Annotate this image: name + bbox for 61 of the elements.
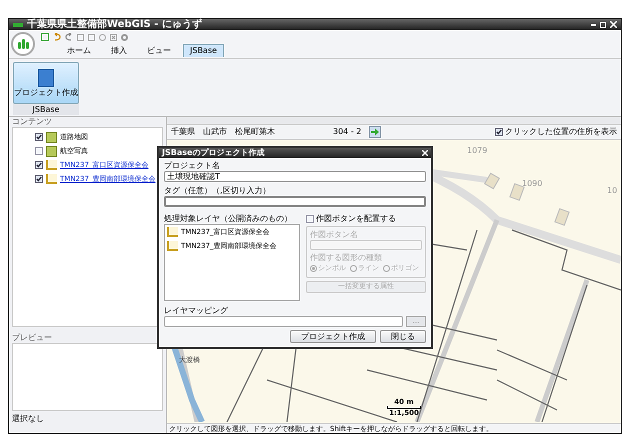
edit-layer-icon	[46, 160, 57, 170]
checkbox-icon[interactable]	[35, 147, 43, 155]
edit-layer-icon	[46, 174, 57, 184]
draw-button-checkbox[interactable]: 作図ボタンを配置する	[306, 214, 426, 224]
map-layer-icon	[46, 146, 57, 156]
go-icon[interactable]	[369, 126, 382, 138]
checkbox-icon[interactable]	[35, 161, 43, 169]
app-icon	[13, 22, 23, 26]
redo-icon[interactable]	[65, 33, 73, 41]
field-label: タグ（任意）（,区切り入力）	[164, 186, 272, 196]
create-project-button[interactable]: プロジェクト作成	[13, 62, 79, 104]
address-part: 山武市	[203, 126, 227, 138]
edit-layer-icon	[167, 227, 178, 238]
save-icon[interactable]	[41, 33, 49, 41]
copy-icon[interactable]	[88, 34, 95, 40]
ribbon-tab[interactable]: ビュー	[139, 44, 179, 57]
radio-icon[interactable]	[310, 264, 317, 272]
ribbon-tab[interactable]: ホーム	[59, 44, 99, 57]
checkbox-icon[interactable]	[35, 175, 43, 183]
minimize-icon[interactable]	[591, 24, 596, 26]
panel-title: コンテンツ	[12, 117, 53, 127]
radio-icon[interactable]	[383, 264, 390, 272]
maximize-icon[interactable]	[600, 22, 606, 28]
address-part: 松尾町第木	[235, 126, 275, 138]
field-label: プロジェクト名	[164, 161, 221, 171]
close-button[interactable]: 閉じる	[380, 330, 426, 343]
parcel-number: 10	[607, 185, 618, 197]
ribbon-tab[interactable]: JSBase	[183, 44, 224, 57]
app-menu-icon[interactable]	[11, 32, 35, 56]
delete-icon[interactable]	[110, 34, 117, 40]
create-project-button[interactable]: プロジェクト作成	[290, 330, 376, 343]
show-address-checkbox[interactable]: クリックした位置の住所を表示	[495, 126, 617, 138]
checkbox-icon[interactable]	[35, 133, 43, 141]
tag-field[interactable]	[164, 196, 426, 207]
field-label: レイヤマッピング	[164, 306, 229, 316]
undo-icon[interactable]	[53, 33, 61, 41]
radio-icon[interactable]	[350, 264, 357, 272]
layer-mapping-field[interactable]	[164, 316, 403, 327]
address-part: 千葉県	[171, 126, 195, 138]
parcel-number: 1090	[522, 178, 542, 190]
window-title: 千葉県県土整備部WebGIS - にゅうず	[27, 20, 202, 30]
selection-status: 選択なし	[12, 414, 45, 424]
close-icon[interactable]	[610, 21, 617, 28]
field-label: 処理対象レイヤ（公開済みのもの）	[164, 214, 293, 224]
close-icon[interactable]	[422, 150, 428, 156]
checkbox-icon[interactable]	[306, 215, 314, 223]
ribbon-group-label: JSBase	[13, 104, 79, 115]
checkbox-icon[interactable]	[495, 128, 503, 136]
field-label: 作図ボタン名	[310, 230, 359, 240]
field-label: 作図する図形の種類	[310, 253, 383, 263]
panel-title: プレビュー	[12, 333, 53, 343]
project-file-icon	[38, 69, 54, 87]
project-name-field[interactable]: 土壌現地確認T	[164, 171, 426, 182]
address-number: 304 - 2	[333, 126, 362, 138]
edit-layer-icon	[167, 240, 178, 251]
map-layer-icon	[46, 132, 57, 142]
ribbon-tab[interactable]: 挿入	[103, 44, 135, 57]
target-icon[interactable]	[121, 34, 128, 40]
scale-bar	[387, 406, 421, 409]
parcel-number: 1079	[467, 145, 488, 157]
square-icon[interactable]	[77, 34, 84, 40]
